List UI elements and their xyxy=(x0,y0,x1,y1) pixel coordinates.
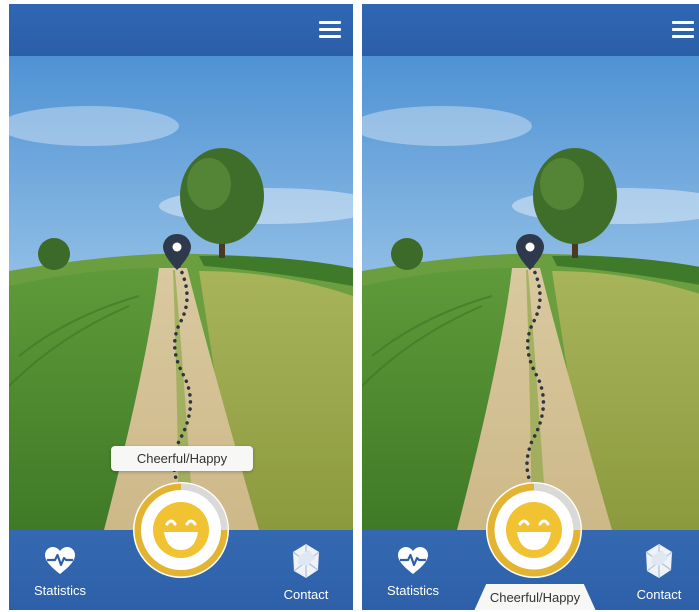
app-screen-right: Statistics Contact Cheerful/Happy xyxy=(362,4,699,610)
heart-pulse-icon xyxy=(398,547,428,574)
statistics-nav-button[interactable]: Statistics xyxy=(378,546,448,598)
mood-selector-button[interactable] xyxy=(484,480,584,580)
landscape-background xyxy=(362,56,699,530)
mood-label-tab: Cheerful/Happy xyxy=(474,584,596,610)
hamburger-menu-icon[interactable] xyxy=(319,21,341,39)
contact-label: Contact xyxy=(636,587,682,602)
statistics-nav-button[interactable]: Statistics xyxy=(25,546,95,598)
mood-selector-button[interactable] xyxy=(131,480,231,580)
hamburger-menu-icon[interactable] xyxy=(672,21,694,39)
contact-icon xyxy=(645,544,673,578)
contact-nav-button[interactable]: Contact xyxy=(626,542,692,602)
contact-nav-button[interactable]: Contact xyxy=(273,542,339,602)
app-screen-left: Cheerful/Happy Statistics Contact xyxy=(9,4,353,610)
contact-icon xyxy=(292,544,320,578)
happy-face-icon xyxy=(153,502,209,558)
contact-label: Contact xyxy=(283,587,329,602)
top-app-bar xyxy=(362,4,699,56)
happy-face-icon xyxy=(506,502,562,558)
statistics-label: Statistics xyxy=(33,583,86,598)
heart-pulse-icon xyxy=(45,547,75,574)
mood-label: Cheerful/Happy xyxy=(111,446,253,471)
top-app-bar xyxy=(9,4,353,56)
statistics-label: Statistics xyxy=(386,583,439,598)
